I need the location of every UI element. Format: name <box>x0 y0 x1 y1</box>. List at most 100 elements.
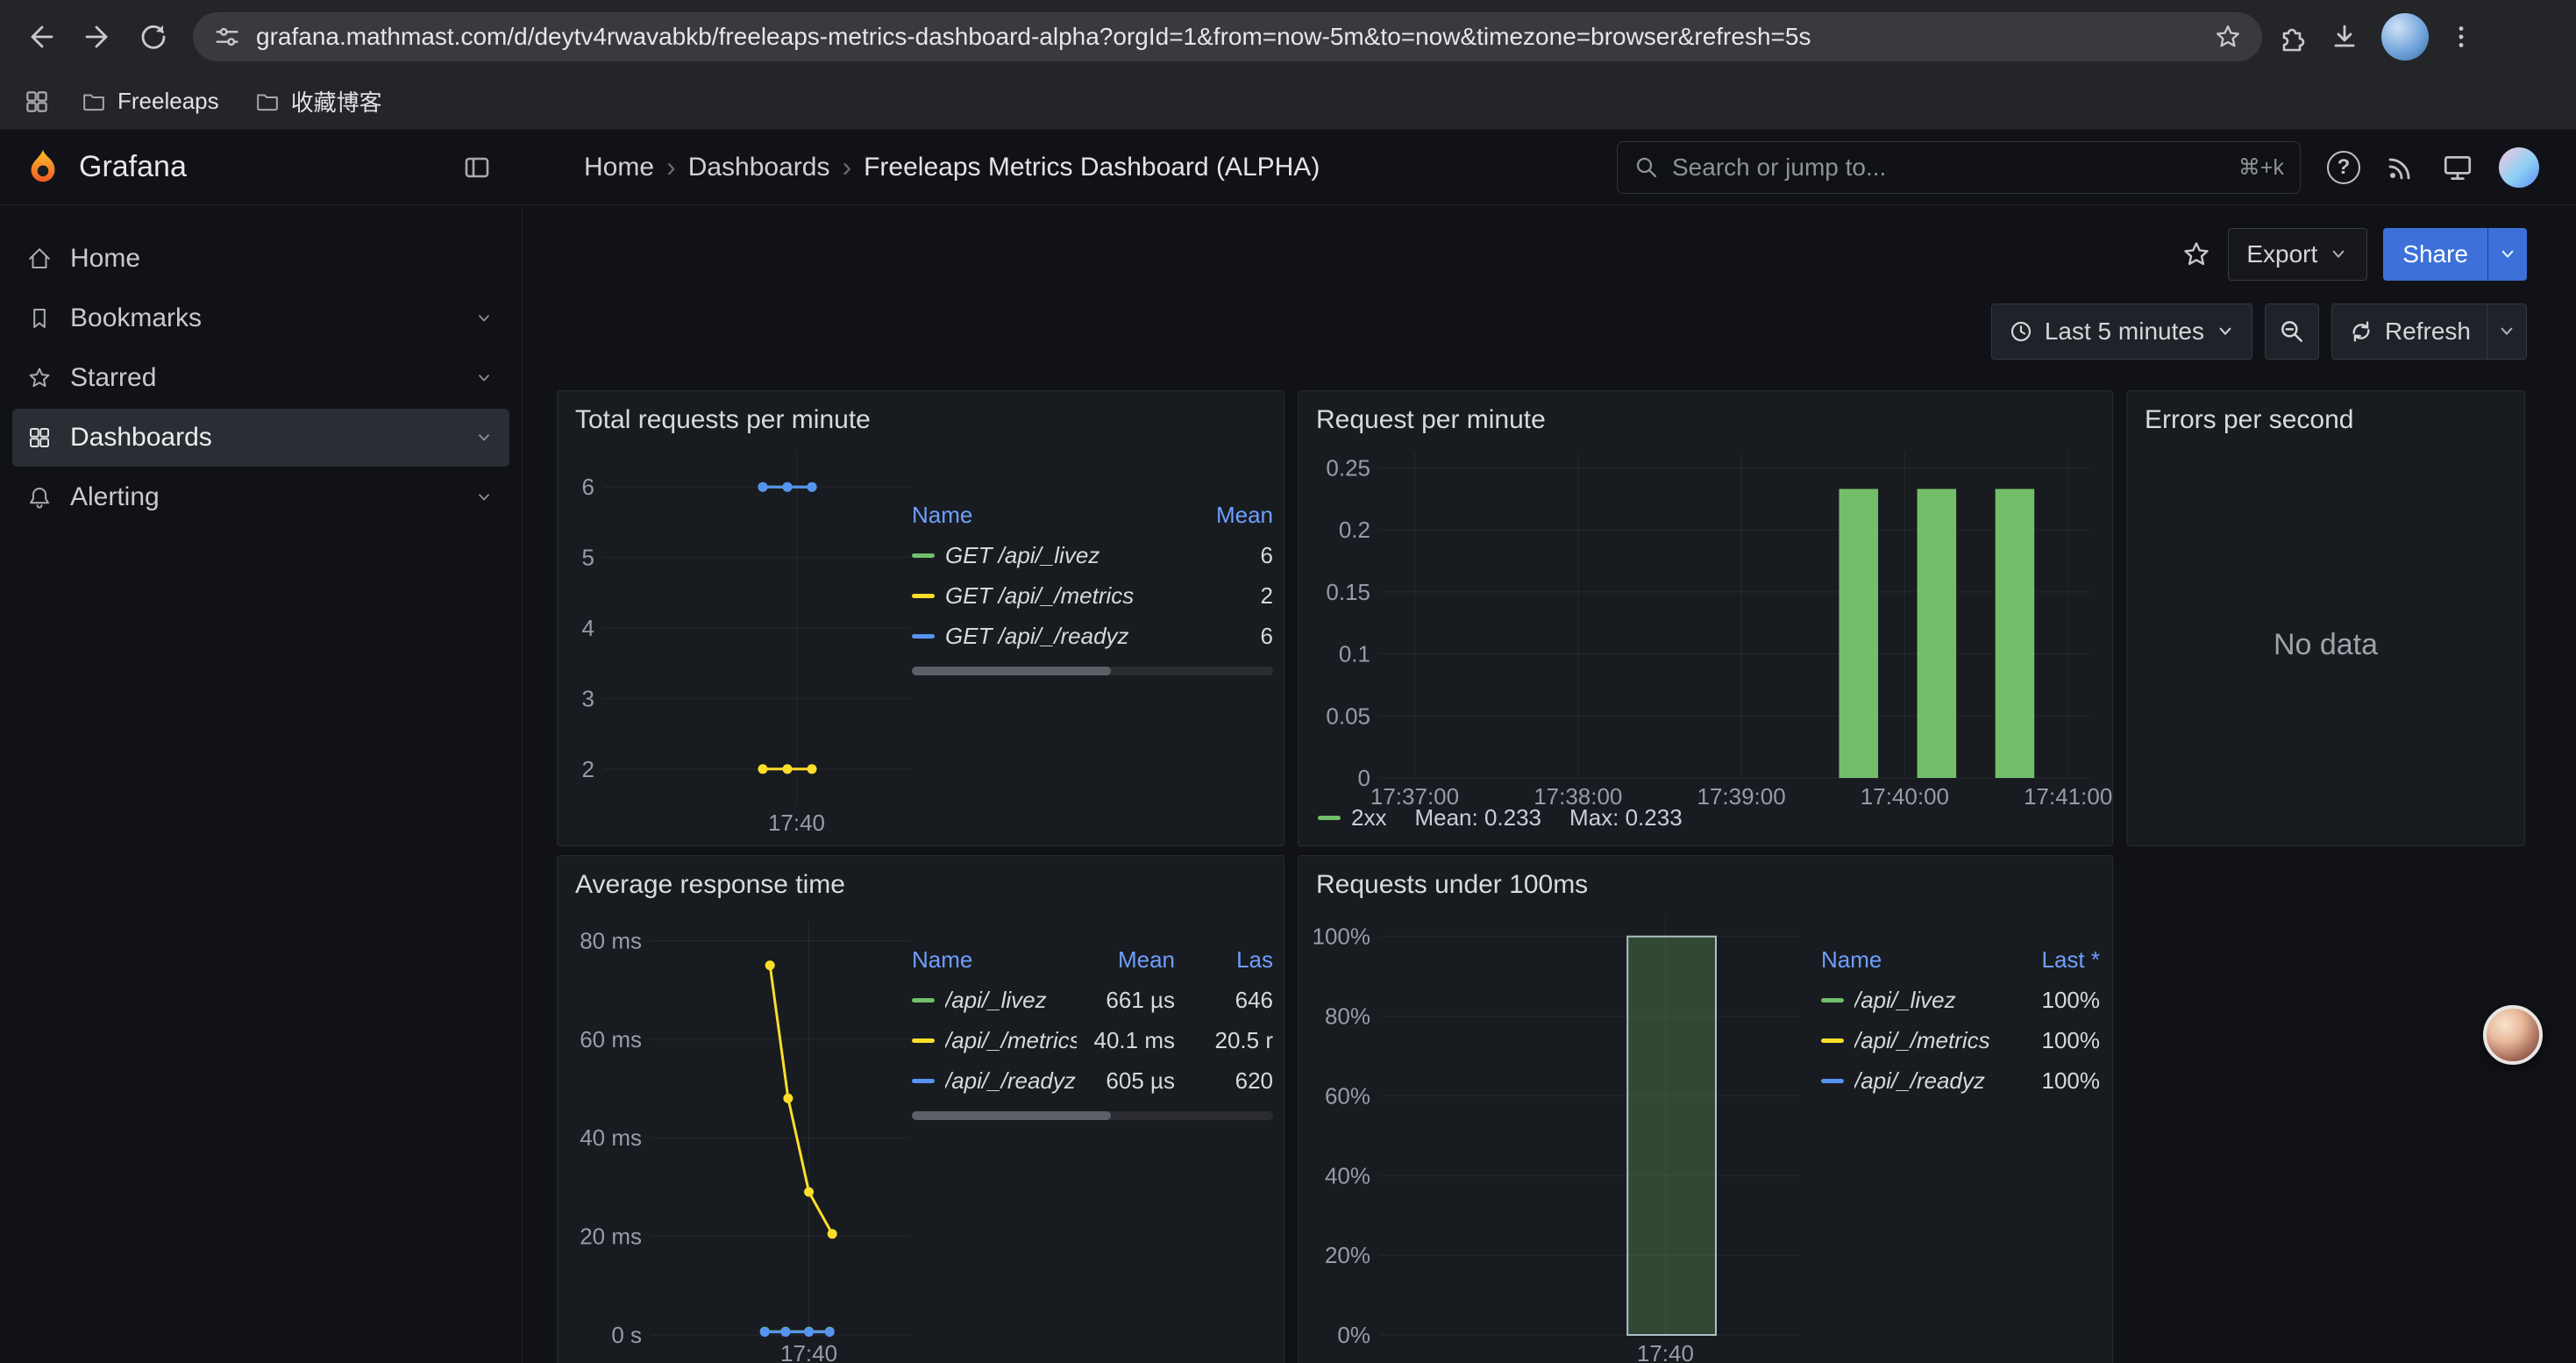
legend-scrollbar[interactable] <box>912 667 1273 675</box>
help-button[interactable]: ? <box>2327 151 2360 184</box>
share-button[interactable]: Share <box>2383 228 2487 281</box>
svg-text:2: 2 <box>582 756 594 782</box>
time-range-picker[interactable]: Last 5 minutes <box>1991 303 2252 360</box>
legend-column-name[interactable]: Name <box>912 946 1077 974</box>
legend-row[interactable]: GET /api/_/metrics2 <box>912 575 1273 616</box>
browser-profile-avatar[interactable] <box>2381 13 2429 61</box>
search-input[interactable] <box>1672 153 2226 182</box>
series-value: 605 µs <box>1077 1067 1175 1095</box>
panel-title[interactable]: Total requests per minute <box>558 391 1284 435</box>
bookmark-item[interactable]: Freeleaps <box>81 85 219 118</box>
legend-column-name[interactable]: Name <box>912 502 1175 529</box>
legend-row[interactable]: /api/_/metrics100% <box>1821 1020 2100 1060</box>
legend-row[interactable]: /api/_/metrics40.1 ms20.5 r <box>912 1020 1273 1060</box>
downloads-button[interactable] <box>2325 11 2364 62</box>
series-swatch <box>1821 998 1844 1003</box>
sidebar-item-dashboards[interactable]: Dashboards <box>12 409 509 467</box>
screen: grafana.mathmast.com/d/deytv4rwavabkb/fr… <box>0 0 2576 1363</box>
app-header: Grafana Home›Dashboards›Freeleaps Metric… <box>0 130 2576 205</box>
series-swatch <box>912 553 935 558</box>
svg-text:20 ms: 20 ms <box>580 1224 642 1250</box>
grafana-logo[interactable] <box>23 147 63 188</box>
breadcrumb-item[interactable]: Dashboards <box>688 153 830 182</box>
site-settings-icon[interactable] <box>212 22 242 52</box>
refresh-interval-button[interactable] <box>2487 304 2526 359</box>
bookmarks-list: Freeleaps 收藏博客 <box>81 85 382 118</box>
zoom-out-button[interactable] <box>2265 303 2319 360</box>
share-menu-button[interactable] <box>2487 228 2527 281</box>
series-swatch <box>1318 816 1341 820</box>
forward-button[interactable] <box>72 11 123 62</box>
legend-column-mean[interactable]: Mean <box>1077 946 1175 974</box>
brand-name[interactable]: Grafana <box>79 150 187 184</box>
legend-column-last-[interactable]: Last * <box>2002 946 2100 974</box>
legend-scrollbar[interactable] <box>912 1111 1273 1120</box>
scrollbar-thumb[interactable] <box>912 1111 1111 1120</box>
sidebar-toggle-button[interactable] <box>461 152 493 183</box>
chevron-down-icon[interactable] <box>473 307 495 330</box>
extensions-icon[interactable] <box>2276 21 2308 53</box>
panel-title[interactable]: Requests under 100ms <box>1299 856 2112 900</box>
apps-grid-icon[interactable] <box>23 88 51 116</box>
user-avatar[interactable] <box>2499 147 2539 188</box>
panel-title[interactable]: Errors per second <box>2127 391 2524 435</box>
svg-text:5: 5 <box>582 545 594 571</box>
sidebar-item-bookmarks[interactable]: Bookmarks <box>12 289 509 347</box>
legend-row[interactable]: /api/_livez661 µs646 <box>912 980 1273 1020</box>
svg-text:100%: 100% <box>1313 924 1371 950</box>
sidebar-item-starred[interactable]: Starred <box>12 349 509 407</box>
breadcrumb-item[interactable]: Freeleaps Metrics Dashboard (ALPHA) <box>864 153 1320 182</box>
search-input-box[interactable]: ⌘+k <box>1617 141 2301 194</box>
svg-text:0 s: 0 s <box>611 1322 642 1348</box>
series-name: /api/_/readyz <box>1854 1067 1985 1095</box>
panel-title[interactable]: Request per minute <box>1299 391 2112 435</box>
legend-header: NameMean <box>912 495 1273 535</box>
legend-row[interactable]: /api/_/readyz605 µs620 <box>912 1060 1273 1101</box>
sidebar-item-alerting[interactable]: Alerting <box>12 468 509 526</box>
legend-row[interactable]: GET /api/_/readyz6 <box>912 616 1273 656</box>
breadcrumb-item[interactable]: Home <box>584 153 654 182</box>
favorite-star-button[interactable] <box>2181 239 2212 270</box>
chevron-down-icon[interactable] <box>473 426 495 449</box>
svg-text:0: 0 <box>1358 765 1370 791</box>
series-value: 661 µs <box>1077 987 1175 1014</box>
legend-row[interactable]: GET /api/_livez6 <box>912 535 1273 575</box>
legend-column-las[interactable]: Las <box>1175 946 1273 974</box>
url-bar[interactable]: grafana.mathmast.com/d/deytv4rwavabkb/fr… <box>193 12 2262 61</box>
bookmark-item[interactable]: 收藏博客 <box>254 85 382 118</box>
back-button[interactable] <box>16 11 67 62</box>
series-name: /api/_livez <box>945 987 1047 1014</box>
search-shortcut: ⌘+k <box>2238 154 2284 181</box>
legend-row[interactable]: /api/_/readyz 100% <box>1821 1060 2100 1101</box>
series-value: 100% <box>2002 1067 2100 1095</box>
legend-stat-max: Max: 0.233 <box>1569 804 1683 831</box>
monitor-icon[interactable] <box>2441 151 2474 184</box>
legend-column-mean[interactable]: Mean <box>1175 502 1273 529</box>
refresh-button[interactable]: Refresh <box>2332 304 2487 359</box>
chevron-down-icon <box>2496 321 2517 342</box>
download-icon <box>2329 21 2360 53</box>
series-value: 100% <box>2002 987 2100 1014</box>
folder-icon <box>254 89 281 115</box>
reload-button[interactable] <box>128 11 179 62</box>
legend-series[interactable]: 2xx <box>1318 804 1386 831</box>
svg-text:17:40: 17:40 <box>768 810 825 836</box>
assistant-avatar[interactable] <box>2483 1005 2543 1065</box>
scrollbar-thumb[interactable] <box>912 667 1111 675</box>
legend-row[interactable]: /api/_livez100% <box>1821 980 2100 1020</box>
browser-menu-icon[interactable] <box>2446 22 2476 52</box>
sidebar-item-home[interactable]: Home <box>12 230 509 288</box>
series-value: 6 <box>1175 542 1273 569</box>
rss-icon[interactable] <box>2385 152 2416 183</box>
chevron-down-icon[interactable] <box>473 486 495 509</box>
export-button[interactable]: Export <box>2228 228 2367 281</box>
panel-toggle-icon <box>461 152 493 183</box>
chevron-down-icon[interactable] <box>473 367 495 389</box>
bookmark-star-icon[interactable] <box>2213 22 2243 52</box>
share-label: Share <box>2402 240 2468 268</box>
legend-column-name[interactable]: Name <box>1821 946 2002 974</box>
header-icons: ? <box>2301 147 2576 188</box>
url-text[interactable]: grafana.mathmast.com/d/deytv4rwavabkb/fr… <box>256 23 2199 51</box>
panel-title[interactable]: Average response time <box>558 856 1284 900</box>
svg-text:0.2: 0.2 <box>1339 517 1370 543</box>
